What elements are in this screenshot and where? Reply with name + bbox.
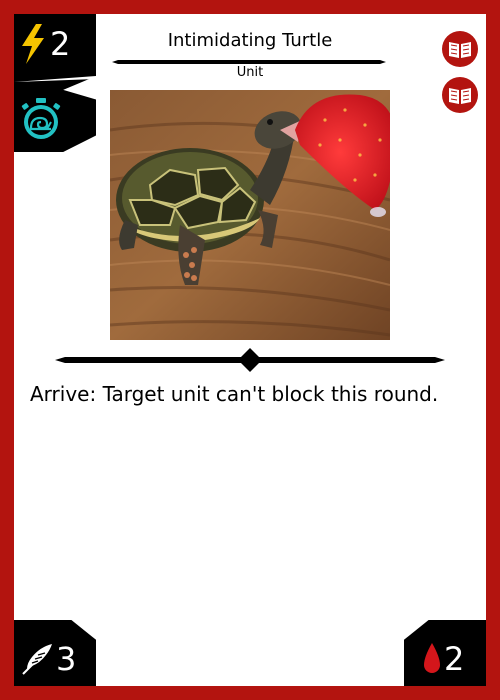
power-display: 3 <box>20 640 76 678</box>
cost-value: 2 <box>50 25 71 63</box>
card-type: Unit <box>236 65 264 80</box>
open-book-icon[interactable] <box>441 76 479 114</box>
power-value: 3 <box>56 640 77 678</box>
rules-text: Arrive: Target unit can't block this rou… <box>30 382 439 406</box>
snail-stopwatch-icon <box>21 98 61 139</box>
text-divider <box>55 348 445 372</box>
turtle-biting-strawberry-illustration <box>110 90 390 340</box>
cost-panel-separator <box>14 76 96 82</box>
card-frame: 2 Intimidating Turtle Unit Arrive: Targe… <box>0 0 500 700</box>
blood-drop-icon <box>424 643 440 673</box>
health-display: 2 <box>420 640 464 678</box>
open-book-icon[interactable] <box>441 30 479 68</box>
title-underline <box>112 60 386 64</box>
card-name: Intimidating Turtle <box>167 30 333 51</box>
feather-icon <box>22 644 52 675</box>
cost-display: 2 <box>18 20 70 68</box>
health-value: 2 <box>444 640 465 678</box>
lightning-bolt-icon <box>22 24 44 64</box>
